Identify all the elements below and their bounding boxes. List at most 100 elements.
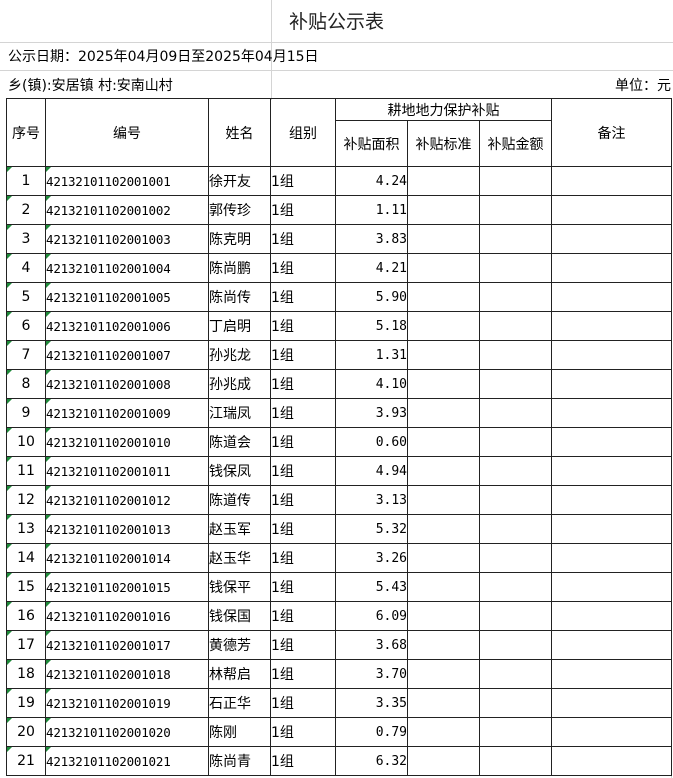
row-amount[interactable] (479, 630, 552, 660)
row-remark[interactable] (551, 340, 672, 370)
row-amount[interactable] (479, 717, 552, 747)
row-remark[interactable] (551, 543, 672, 573)
row-standard[interactable] (407, 166, 480, 196)
row-group[interactable]: 1组 (270, 717, 336, 747)
row-index[interactable]: 14 (6, 543, 46, 573)
row-group[interactable]: 1组 (270, 601, 336, 631)
row-remark[interactable] (551, 630, 672, 660)
row-name[interactable]: 丁启明 (208, 311, 271, 341)
row-name[interactable]: 石正华 (208, 688, 271, 718)
row-group[interactable]: 1组 (270, 311, 336, 341)
row-area[interactable]: 5.32 (335, 514, 408, 544)
row-index[interactable]: 2 (6, 195, 46, 225)
row-area[interactable]: 4.24 (335, 166, 408, 196)
row-amount[interactable] (479, 282, 552, 312)
row-group[interactable]: 1组 (270, 195, 336, 225)
row-amount[interactable] (479, 195, 552, 225)
row-standard[interactable] (407, 572, 480, 602)
row-standard[interactable] (407, 311, 480, 341)
row-remark[interactable] (551, 601, 672, 631)
row-standard[interactable] (407, 601, 480, 631)
row-index[interactable]: 4 (6, 253, 46, 283)
row-group[interactable]: 1组 (270, 282, 336, 312)
row-area[interactable]: 5.18 (335, 311, 408, 341)
row-group[interactable]: 1组 (270, 572, 336, 602)
row-standard[interactable] (407, 456, 480, 486)
row-amount[interactable] (479, 398, 552, 428)
row-area[interactable]: 0.60 (335, 427, 408, 457)
row-area[interactable]: 5.43 (335, 572, 408, 602)
row-index[interactable]: 8 (6, 369, 46, 399)
row-remark[interactable] (551, 688, 672, 718)
row-standard[interactable] (407, 340, 480, 370)
row-remark[interactable] (551, 659, 672, 689)
row-remark[interactable] (551, 746, 672, 776)
row-amount[interactable] (479, 659, 552, 689)
row-remark[interactable] (551, 224, 672, 254)
row-standard[interactable] (407, 746, 480, 776)
row-area[interactable]: 4.10 (335, 369, 408, 399)
row-name[interactable]: 陈尚鹏 (208, 253, 271, 283)
row-index[interactable]: 1 (6, 166, 46, 196)
row-index[interactable]: 12 (6, 485, 46, 515)
row-standard[interactable] (407, 224, 480, 254)
row-name[interactable]: 钱保平 (208, 572, 271, 602)
row-group[interactable]: 1组 (270, 746, 336, 776)
row-standard[interactable] (407, 717, 480, 747)
row-name[interactable]: 陈尚青 (208, 746, 271, 776)
row-index[interactable]: 19 (6, 688, 46, 718)
row-amount[interactable] (479, 543, 552, 573)
row-remark[interactable] (551, 195, 672, 225)
row-standard[interactable] (407, 369, 480, 399)
row-index[interactable]: 6 (6, 311, 46, 341)
row-group[interactable]: 1组 (270, 398, 336, 428)
row-name[interactable]: 陈尚传 (208, 282, 271, 312)
row-name[interactable]: 钱保凤 (208, 456, 271, 486)
row-standard[interactable] (407, 485, 480, 515)
row-amount[interactable] (479, 340, 552, 370)
row-code[interactable]: 42132101102001017 (45, 630, 209, 660)
row-area[interactable]: 1.11 (335, 195, 408, 225)
row-group[interactable]: 1组 (270, 659, 336, 689)
row-index[interactable]: 17 (6, 630, 46, 660)
row-amount[interactable] (479, 572, 552, 602)
row-group[interactable]: 1组 (270, 427, 336, 457)
row-code[interactable]: 42132101102001002 (45, 195, 209, 225)
row-remark[interactable] (551, 456, 672, 486)
row-name[interactable]: 江瑞凤 (208, 398, 271, 428)
row-area[interactable]: 3.83 (335, 224, 408, 254)
row-name[interactable]: 黄德芳 (208, 630, 271, 660)
row-code[interactable]: 42132101102001018 (45, 659, 209, 689)
row-area[interactable]: 3.35 (335, 688, 408, 718)
row-code[interactable]: 42132101102001016 (45, 601, 209, 631)
row-area[interactable]: 3.93 (335, 398, 408, 428)
row-code[interactable]: 42132101102001005 (45, 282, 209, 312)
row-code[interactable]: 42132101102001008 (45, 369, 209, 399)
row-amount[interactable] (479, 601, 552, 631)
row-amount[interactable] (479, 514, 552, 544)
row-code[interactable]: 42132101102001004 (45, 253, 209, 283)
row-area[interactable]: 1.31 (335, 340, 408, 370)
row-index[interactable]: 21 (6, 746, 46, 776)
row-remark[interactable] (551, 282, 672, 312)
row-name[interactable]: 孙兆龙 (208, 340, 271, 370)
row-area[interactable]: 5.90 (335, 282, 408, 312)
row-index[interactable]: 5 (6, 282, 46, 312)
row-remark[interactable] (551, 369, 672, 399)
row-amount[interactable] (479, 311, 552, 341)
row-index[interactable]: 10 (6, 427, 46, 457)
row-index[interactable]: 11 (6, 456, 46, 486)
row-group[interactable]: 1组 (270, 456, 336, 486)
row-name[interactable]: 陈克明 (208, 224, 271, 254)
row-remark[interactable] (551, 253, 672, 283)
row-group[interactable]: 1组 (270, 543, 336, 573)
row-area[interactable]: 3.13 (335, 485, 408, 515)
row-area[interactable]: 3.68 (335, 630, 408, 660)
row-name[interactable]: 赵玉华 (208, 543, 271, 573)
row-code[interactable]: 42132101102001019 (45, 688, 209, 718)
row-amount[interactable] (479, 427, 552, 457)
row-standard[interactable] (407, 398, 480, 428)
row-group[interactable]: 1组 (270, 253, 336, 283)
row-index[interactable]: 15 (6, 572, 46, 602)
row-index[interactable]: 3 (6, 224, 46, 254)
